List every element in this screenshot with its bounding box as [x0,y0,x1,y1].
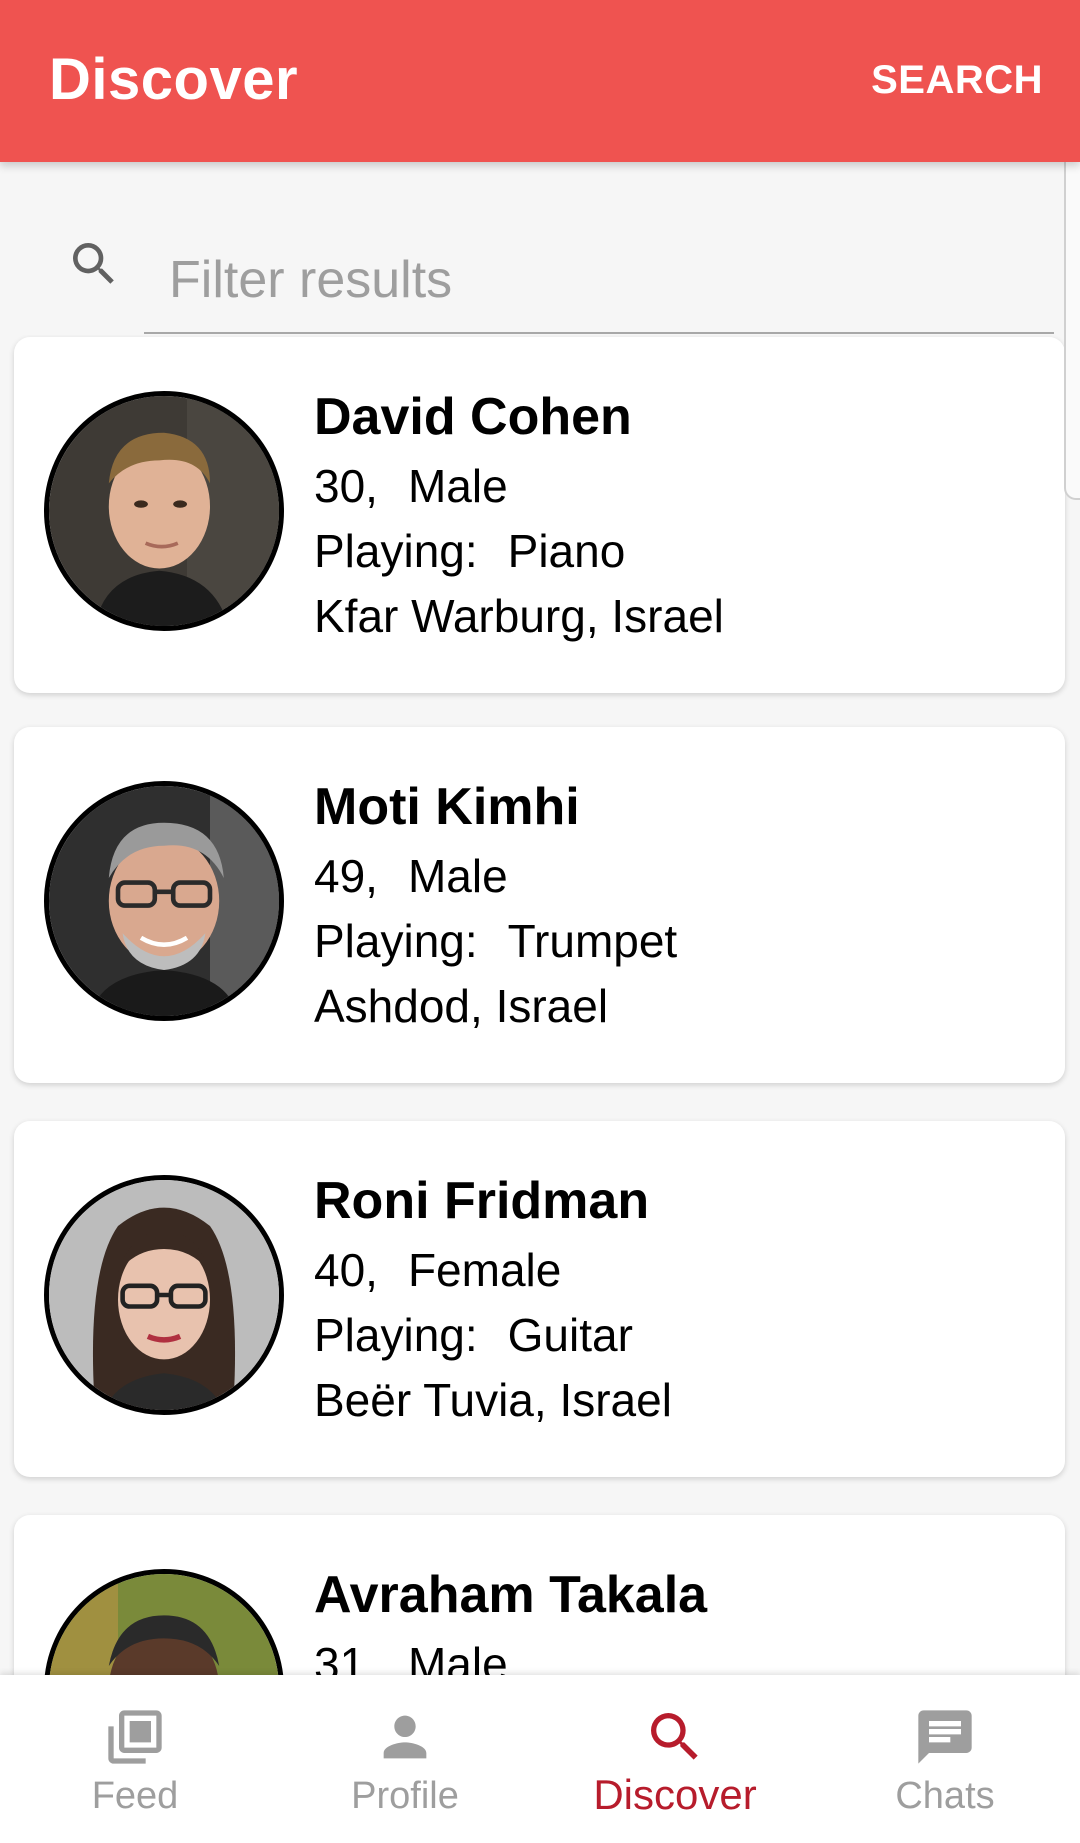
nav-label-discover: Discover [593,1771,757,1818]
avatar[interactable] [44,391,284,631]
nav-label-feed: Feed [91,1775,179,1817]
user-gender: Male [407,1638,508,1675]
user-instrument: Guitar [507,1309,633,1361]
avatar[interactable] [44,1569,284,1675]
user-gender: Male [407,460,508,512]
user-name: Moti Kimhi [314,778,580,836]
nav-label-profile: Profile [351,1775,459,1817]
user-age-gender: 31, Male [314,1637,508,1675]
chat-icon [918,1710,972,1764]
user-age: 31, [314,1638,378,1675]
scrollbar[interactable] [1064,142,1080,500]
user-card[interactable]: Avraham Takala 31, Male [14,1515,1065,1675]
user-age: 40, [314,1244,378,1296]
user-location: Beër Tuvia, Israel [314,1374,672,1426]
nav-label-chats: Chats [895,1775,995,1817]
user-instrument: Trumpet [507,915,678,967]
user-card[interactable]: Roni Fridman 40, Female Playing: Guitar Be… [14,1121,1065,1477]
filter-row [0,162,1080,335]
playing-label: Playing: [314,525,478,577]
filter-input[interactable] [144,228,1054,334]
user-instrument-row: Playing: Guitar [314,1308,633,1362]
user-name: David Cohen [314,388,632,446]
feed-icon [108,1710,162,1764]
page-title: Discover [49,47,299,112]
person-icon [383,1715,427,1759]
user-gender: Female [407,1244,562,1296]
user-instrument-row: Playing: Trumpet [314,914,677,968]
search-button[interactable]: SEARCH [871,58,1043,103]
results-list[interactable]: David Cohen 30, Male Playing: Piano Kfar W… [0,335,1080,1675]
nav-item-chats[interactable]: Chats [810,1675,1080,1843]
user-instrument: Piano [507,525,626,577]
user-gender: Male [407,850,508,902]
user-location: Kfar Warburg, Israel [314,590,724,642]
user-age: 49, [314,850,378,902]
nav-item-discover[interactable]: Discover [540,1675,810,1843]
avatar[interactable] [44,781,284,1021]
nav-item-feed[interactable]: Feed [0,1675,270,1843]
bottom-nav: Feed Profile Discover Chats [0,1675,1080,1843]
user-age-gender: 40, Female [314,1243,561,1297]
avatar[interactable] [44,1175,284,1415]
user-location: Ashdod, Israel [314,980,609,1032]
app-bar: Discover SEARCH [0,0,1080,162]
search-icon [651,1713,698,1760]
user-card[interactable]: Moti Kimhi 49, Male Playing: Trumpet Ashdo… [14,727,1065,1083]
search-icon [73,243,114,284]
user-name: Roni Fridman [314,1172,650,1230]
user-instrument-row: Playing: Piano [314,524,625,578]
nav-item-profile[interactable]: Profile [270,1675,540,1843]
user-age-gender: 30, Male [314,459,508,513]
user-card[interactable]: David Cohen 30, Male Playing: Piano Kfar W… [14,337,1065,693]
playing-label: Playing: [314,915,478,967]
user-age: 30, [314,460,378,512]
playing-label: Playing: [314,1309,478,1361]
user-name: Avraham Takala [314,1566,708,1624]
user-age-gender: 49, Male [314,849,508,903]
